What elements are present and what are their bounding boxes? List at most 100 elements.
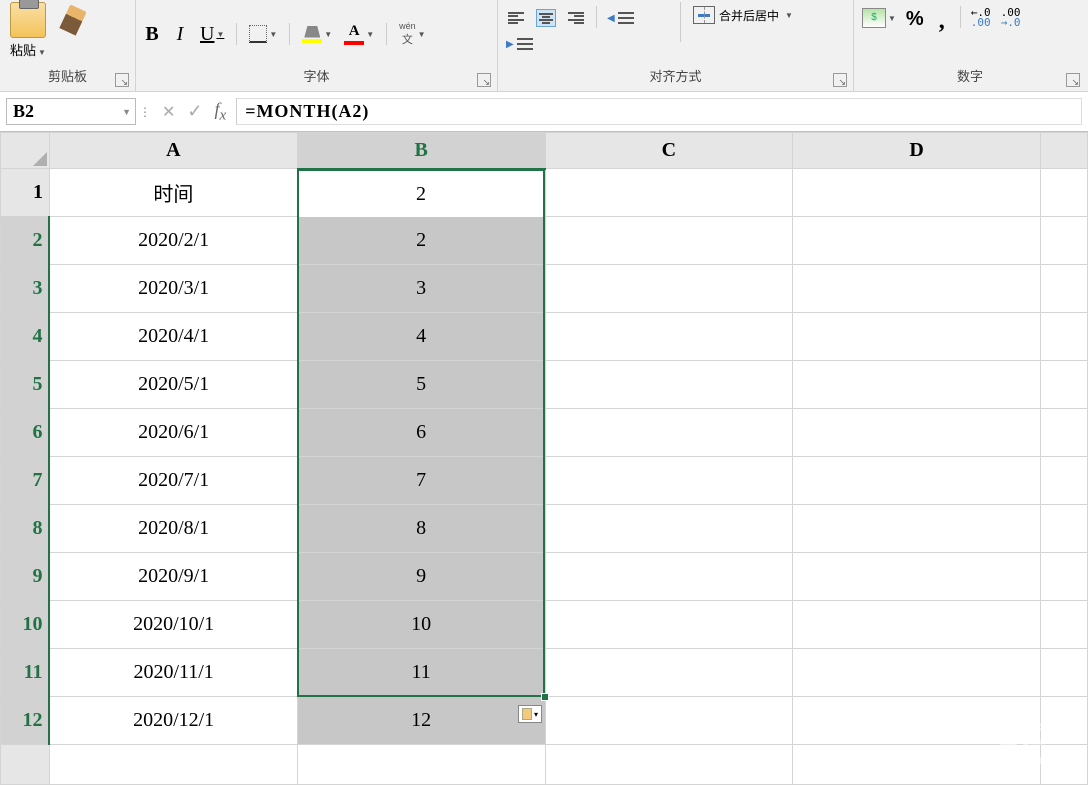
cell-A5[interactable]: 2020/5/1 <box>49 361 297 409</box>
cell-blank[interactable] <box>1041 745 1088 785</box>
cell-D10[interactable] <box>793 601 1041 649</box>
cell-B8[interactable]: 8 <box>297 505 545 553</box>
cell-C8[interactable] <box>545 505 793 553</box>
cell-D5[interactable] <box>793 361 1041 409</box>
cell-B9[interactable]: 9 <box>297 553 545 601</box>
cell-D7[interactable] <box>793 457 1041 505</box>
row-header-6[interactable]: 6 <box>1 409 50 457</box>
row-header-5[interactable]: 5 <box>1 361 50 409</box>
cell-blank[interactable] <box>297 745 545 785</box>
cell-D9[interactable] <box>793 553 1041 601</box>
formula-input[interactable]: =MONTH(A2) <box>236 98 1082 125</box>
row-header-2[interactable]: 2 <box>1 217 50 265</box>
cell-A12[interactable]: 2020/12/1 <box>49 697 297 745</box>
accounting-format-button[interactable]: $▼ <box>858 6 900 30</box>
cell-A4[interactable]: 2020/4/1 <box>49 313 297 361</box>
cell-E4[interactable] <box>1041 313 1088 361</box>
row-header-9[interactable]: 9 <box>1 553 50 601</box>
number-dialog-launcher[interactable] <box>1066 73 1080 87</box>
select-all-corner[interactable] <box>1 133 50 169</box>
cell-D3[interactable] <box>793 265 1041 313</box>
font-dialog-launcher[interactable] <box>477 73 491 87</box>
cell-E2[interactable] <box>1041 217 1088 265</box>
cell-B4[interactable]: 4 <box>297 313 545 361</box>
cell-D11[interactable] <box>793 649 1041 697</box>
cell-B2[interactable]: 2 <box>297 217 545 265</box>
bold-button[interactable]: B <box>140 21 164 48</box>
cell-E3[interactable] <box>1041 265 1088 313</box>
cell-A10[interactable]: 2020/10/1 <box>49 601 297 649</box>
pinyin-guide-button[interactable]: wén文▼ <box>395 19 429 49</box>
cell-B5[interactable]: 5 <box>297 361 545 409</box>
fill-color-button[interactable]: ▼ <box>298 22 336 46</box>
confirm-button[interactable]: ✓ <box>187 101 202 122</box>
increase-decimal-button[interactable]: ←.0.00 <box>967 6 995 30</box>
autofill-options-button[interactable] <box>518 705 542 723</box>
percent-button[interactable]: % <box>902 6 928 33</box>
row-header-1[interactable]: 1 <box>1 169 50 217</box>
cell-A8[interactable]: 2020/8/1 <box>49 505 297 553</box>
cell-E12[interactable] <box>1041 697 1088 745</box>
decrease-decimal-button[interactable]: .00→.0 <box>997 6 1025 30</box>
column-header-A[interactable]: A <box>49 133 297 169</box>
row-header-11[interactable]: 11 <box>1 649 50 697</box>
format-painter-button[interactable] <box>60 2 86 38</box>
cell-B7[interactable]: 7 <box>297 457 545 505</box>
cell-C5[interactable] <box>545 361 793 409</box>
cancel-button[interactable]: ✕ <box>162 102 175 122</box>
increase-indent-button[interactable]: ▶ <box>502 32 539 56</box>
name-box[interactable]: B2 ▼ <box>6 98 136 125</box>
cell-B6[interactable]: 6 <box>297 409 545 457</box>
column-header-C[interactable]: C <box>545 133 793 169</box>
cell-C6[interactable] <box>545 409 793 457</box>
cell-B11[interactable]: 11 <box>297 649 545 697</box>
cell-D8[interactable] <box>793 505 1041 553</box>
cell-C1[interactable] <box>545 169 793 217</box>
row-header-3[interactable]: 3 <box>1 265 50 313</box>
cell-A6[interactable]: 2020/6/1 <box>49 409 297 457</box>
cell-E7[interactable] <box>1041 457 1088 505</box>
cell-A3[interactable]: 2020/3/1 <box>49 265 297 313</box>
cell-B1[interactable]: 小时 <box>297 169 545 217</box>
cell-C9[interactable] <box>545 553 793 601</box>
cell-B12[interactable]: 12 <box>297 697 545 745</box>
cell-blank[interactable] <box>545 745 793 785</box>
cell-E5[interactable] <box>1041 361 1088 409</box>
cell-E6[interactable] <box>1041 409 1088 457</box>
align-right-button[interactable] <box>562 6 590 30</box>
decrease-indent-button[interactable]: ◀ <box>603 6 640 30</box>
align-left-button[interactable] <box>502 6 530 30</box>
underline-button[interactable]: U▼ <box>196 21 228 48</box>
row-header-4[interactable]: 4 <box>1 313 50 361</box>
alignment-dialog-launcher[interactable] <box>833 73 847 87</box>
cell-C10[interactable] <box>545 601 793 649</box>
column-header-extra[interactable] <box>1041 133 1088 169</box>
cell-E11[interactable] <box>1041 649 1088 697</box>
cell-C4[interactable] <box>545 313 793 361</box>
cell-E10[interactable] <box>1041 601 1088 649</box>
row-header-12[interactable]: 12 <box>1 697 50 745</box>
cell-E1[interactable] <box>1041 169 1088 217</box>
cell-A7[interactable]: 2020/7/1 <box>49 457 297 505</box>
cell-D12[interactable] <box>793 697 1041 745</box>
spreadsheet-grid[interactable]: ABCD1时间小时22020/2/1232020/3/1342020/4/145… <box>0 132 1088 785</box>
cell-D1[interactable] <box>793 169 1041 217</box>
border-button[interactable]: ▼ <box>245 22 281 46</box>
cell-B3[interactable]: 3 <box>297 265 545 313</box>
cell-E9[interactable] <box>1041 553 1088 601</box>
comma-style-button[interactable]: , <box>930 6 954 37</box>
cell-D2[interactable] <box>793 217 1041 265</box>
row-header-8[interactable]: 8 <box>1 505 50 553</box>
cell-B10[interactable]: 10 <box>297 601 545 649</box>
cell-blank[interactable] <box>793 745 1041 785</box>
align-center-button[interactable] <box>532 6 560 30</box>
cell-A11[interactable]: 2020/11/1 <box>49 649 297 697</box>
font-color-button[interactable]: A▼ <box>340 21 378 47</box>
italic-button[interactable]: I <box>168 21 192 48</box>
column-header-D[interactable]: D <box>793 133 1041 169</box>
column-header-B[interactable]: B <box>297 133 545 169</box>
paste-button[interactable]: 粘贴▼ <box>4 2 52 59</box>
clipboard-dialog-launcher[interactable] <box>115 73 129 87</box>
insert-function-button[interactable]: fx <box>215 99 227 125</box>
row-header-10[interactable]: 10 <box>1 601 50 649</box>
